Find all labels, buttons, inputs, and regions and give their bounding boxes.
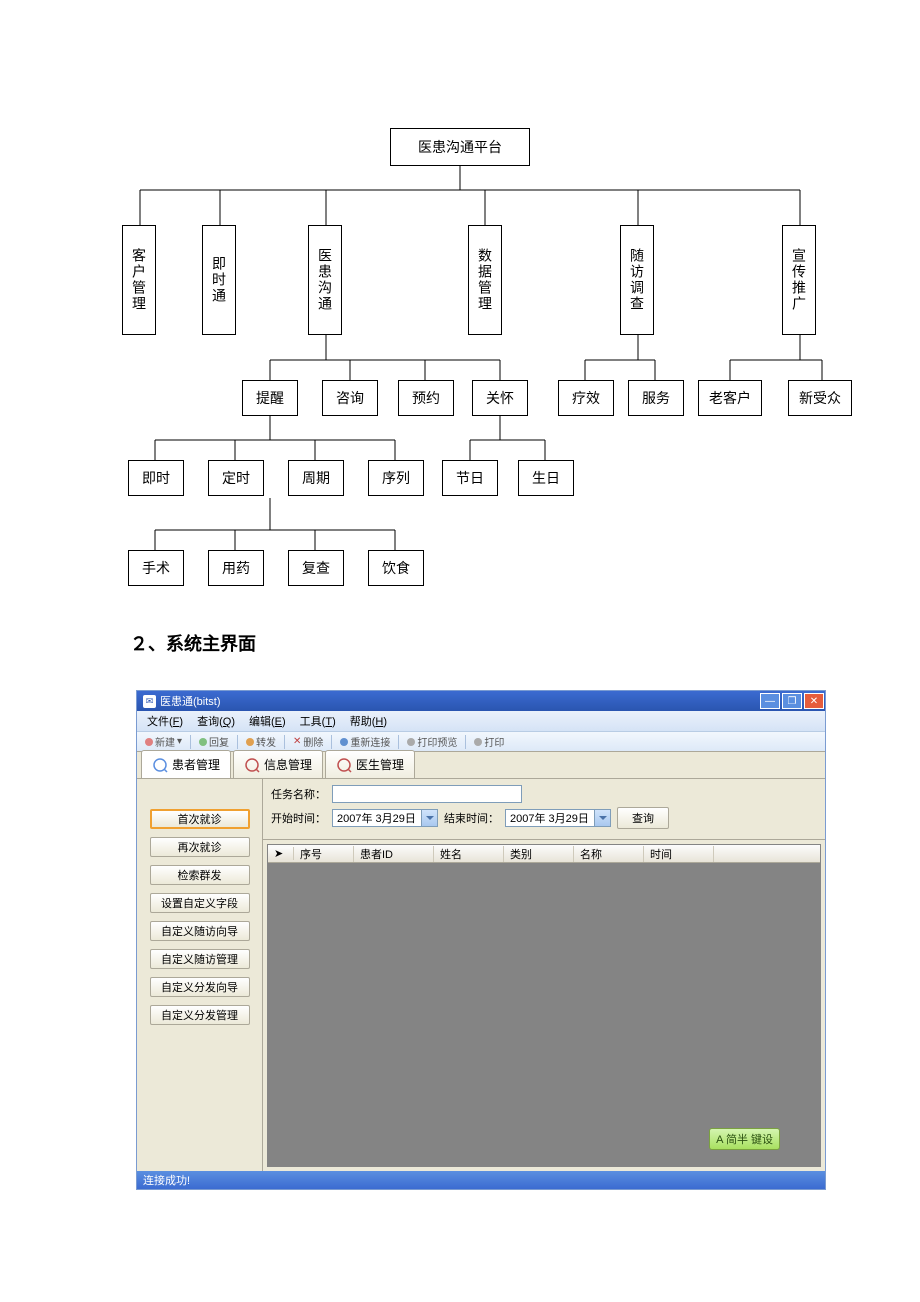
cursor-icon: ➤ [274,848,283,860]
end-time-label: 结束时间： [444,810,499,826]
task-name-label: 任务名称： [271,786,326,802]
col-time[interactable]: 时间 [644,846,714,862]
node-xulie: 序列 [368,460,424,496]
dropdown-arrow-icon [421,810,437,826]
filter-panel: 任务名称： 开始时间： 2007年 3月29日 结束时间： 2007年 3月29… [263,779,825,840]
node-dingshi: 定时 [208,460,264,496]
node-fucha: 复查 [288,550,344,586]
node-jieri: 节日 [442,460,498,496]
start-time-picker[interactable]: 2007年 3月29日 [332,809,438,827]
col-name[interactable]: 姓名 [434,846,504,862]
section-heading: ２、系统主界面 [130,630,256,656]
node-zixun: 咨询 [322,380,378,416]
task-name-input[interactable] [332,785,522,803]
connector-lines [100,120,880,610]
node-liaoxiao: 疗效 [558,380,614,416]
node-sfdc: 随访调查 [620,225,654,335]
maximize-button[interactable]: ❐ [782,693,802,709]
tabbar: 患者管理 信息管理 医生管理 [137,751,825,779]
menu-tools[interactable]: 工具(T) [294,711,342,731]
org-chart: 医患沟通平台 客户管理 即时通 医患沟通 数据管理 随访调查 宣传推广 提醒 咨… [100,120,880,610]
titlebar: ✉ 医患通(bitst) — ❐ ✕ [137,691,825,711]
close-button[interactable]: ✕ [804,693,824,709]
tool-print[interactable]: 打印 [470,733,508,750]
node-fuwu: 服务 [628,380,684,416]
node-root: 医患沟通平台 [390,128,530,166]
grid-header: ➤ 序号 患者ID 姓名 类别 名称 时间 [268,845,820,863]
node-zhouqi: 周期 [288,460,344,496]
node-yuyue: 预约 [398,380,454,416]
menubar: 文件(F) 查询(Q) 编辑(E) 工具(T) 帮助(H) [137,711,825,731]
node-jst: 即时通 [202,225,236,335]
menu-file[interactable]: 文件(F) [141,711,189,731]
node-xinshouzhong: 新受众 [788,380,852,416]
node-yhgt: 医患沟通 [308,225,342,335]
menu-edit[interactable]: 编辑(E) [243,711,292,731]
status-bar: 连接成功! [137,1171,825,1189]
node-shengri: 生日 [518,460,574,496]
sidebar-custom-dispatch-wizard[interactable]: 自定义分发向导 [150,977,250,997]
col-seq[interactable]: 序号 [294,846,354,862]
sidebar-custom-followup-mgmt[interactable]: 自定义随访管理 [150,949,250,969]
node-jishi: 即时 [128,460,184,496]
sidebar-set-custom-fields[interactable]: 设置自定义字段 [150,893,250,913]
toolbar: 新建 ▾ 回复 转发 ✕删除 重新连接 打印预览 打印 [137,731,825,751]
node-khgl: 客户管理 [122,225,156,335]
tool-reply[interactable]: 回复 [195,733,233,750]
workarea: 首次就诊 再次就诊 检索群发 设置自定义字段 自定义随访向导 自定义随访管理 自… [137,779,825,1171]
node-guanhuai: 关怀 [472,380,528,416]
app-window: ✉ 医患通(bitst) — ❐ ✕ 文件(F) 查询(Q) 编辑(E) 工具(… [136,690,826,1190]
row-selector-column: ➤ [268,847,294,860]
app-icon: ✉ [143,695,156,708]
menu-query[interactable]: 查询(Q) [191,711,241,731]
tab-patient-icon [152,757,168,773]
node-yinshi: 饮食 [368,550,424,586]
tool-printpreview[interactable]: 打印预览 [403,733,461,750]
col-title[interactable]: 名称 [574,846,644,862]
main-panel: 任务名称： 开始时间： 2007年 3月29日 结束时间： 2007年 3月29… [263,779,825,1171]
sidebar: 首次就诊 再次就诊 检索群发 设置自定义字段 自定义随访向导 自定义随访管理 自… [137,779,263,1171]
tab-info-mgmt[interactable]: 信息管理 [233,750,323,778]
node-tixing: 提醒 [242,380,298,416]
node-shoushu: 手术 [128,550,184,586]
node-laokehu: 老客户 [698,380,762,416]
node-xctg: 宣传推广 [782,225,816,335]
tab-info-icon [244,757,260,773]
node-yongyao: 用药 [208,550,264,586]
tool-new[interactable]: 新建 ▾ [141,733,186,750]
query-button[interactable]: 查询 [617,807,669,829]
minimize-button[interactable]: — [760,693,780,709]
tool-reconnect[interactable]: 重新连接 [336,733,394,750]
sidebar-return-visit[interactable]: 再次就诊 [150,837,250,857]
window-title: 医患通(bitst) [160,693,221,709]
tab-doctor-icon [336,757,352,773]
menu-help[interactable]: 帮助(H) [344,711,393,731]
sidebar-custom-followup-wizard[interactable]: 自定义随访向导 [150,921,250,941]
start-time-label: 开始时间： [271,810,326,826]
tool-forward[interactable]: 转发 [242,733,280,750]
sidebar-custom-dispatch-mgmt[interactable]: 自定义分发管理 [150,1005,250,1025]
col-patient-id[interactable]: 患者ID [354,846,434,862]
tool-delete[interactable]: ✕删除 [289,733,327,750]
end-time-picker[interactable]: 2007年 3月29日 [505,809,611,827]
sidebar-first-visit[interactable]: 首次就诊 [150,809,250,829]
node-sjgl: 数据管理 [468,225,502,335]
ime-text: A 简半 键设 [716,1131,773,1147]
dropdown-arrow-icon [594,810,610,826]
ime-indicator[interactable]: A 简半 键设 [709,1128,780,1150]
data-grid[interactable]: ➤ 序号 患者ID 姓名 类别 名称 时间 A 简半 键设 [267,844,821,1167]
sidebar-search-send[interactable]: 检索群发 [150,865,250,885]
tab-doctor-mgmt[interactable]: 医生管理 [325,750,415,778]
tab-patient-mgmt[interactable]: 患者管理 [141,750,231,778]
col-category[interactable]: 类别 [504,846,574,862]
